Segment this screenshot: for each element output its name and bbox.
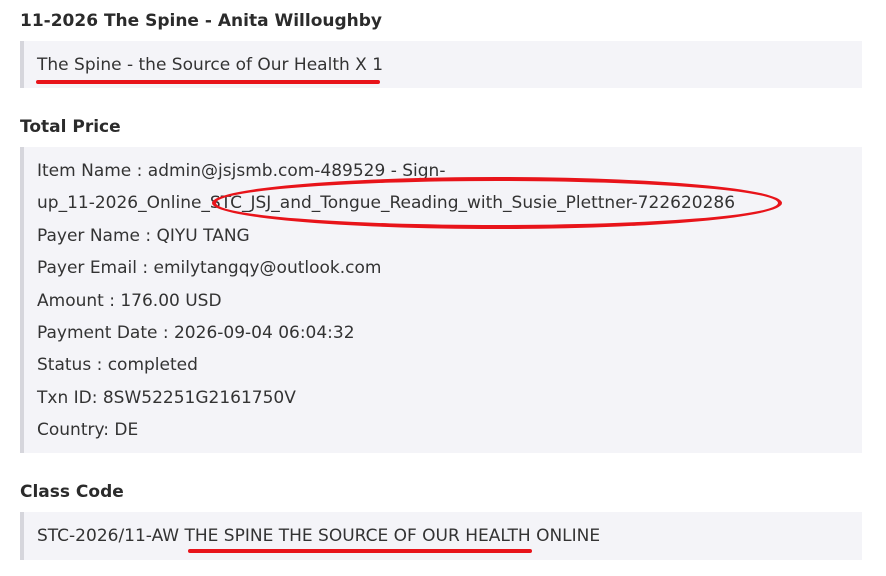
country: Country: DE <box>37 420 139 441</box>
class-code-heading: Class Code <box>20 482 124 502</box>
red-underline-product <box>36 80 380 84</box>
product-heading: 11-2026 The Spine - Anita Willoughby <box>20 11 382 31</box>
item-name-line-2: up_11-2026_Online_STC_JSJ_and_Tongue_Rea… <box>37 193 736 214</box>
class-code-value: STC-2026/11-AW THE SPINE THE SOURCE OF O… <box>37 526 601 546</box>
payment-date: Payment Date : 2026-09-04 06:04:32 <box>37 322 355 343</box>
product-item-text: The Spine - the Source of Our Health X 1 <box>37 55 384 75</box>
total-price-heading: Total Price <box>20 117 121 137</box>
txn-id: Txn ID: 8SW52251G2161750V <box>37 387 296 408</box>
payment-status: Status : completed <box>37 355 198 376</box>
item-name-line-1: Item Name : admin@jsjsmb.com-489529 - Si… <box>37 161 446 181</box>
payment-details-box: Item Name : admin@jsjsmb.com-489529 - Si… <box>20 147 862 453</box>
amount: Amount : 176.00 USD <box>37 290 222 311</box>
payer-email: Payer Email : emilytangqy@outlook.com <box>37 258 382 279</box>
payer-name: Payer Name : QIYU TANG <box>37 225 250 246</box>
red-underline-class-code <box>188 549 532 553</box>
